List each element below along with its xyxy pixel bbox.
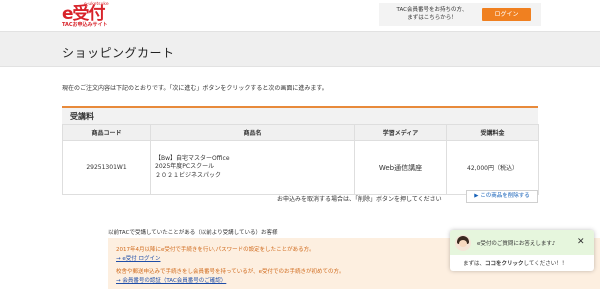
column-header-media: 学習メディア [354, 124, 447, 141]
product-price: 42,000円（税込） [446, 140, 539, 195]
close-icon[interactable]: ✕ [577, 237, 585, 247]
operator-avatar-icon [455, 235, 471, 251]
member-number-auth-link[interactable]: → 会員番号の認証（TAC会員番号のご確認） [116, 276, 226, 284]
column-header-name: 商品名 [150, 124, 355, 141]
intro-text: 現在のご注文内容は下記のとおりです。「次に進む」ボタンをクリックすると次の画面に… [62, 85, 328, 92]
e-uketsuke-login-link[interactable]: → e受付 ログイン [116, 254, 161, 262]
logo-subtitle: TACお申込みサイト [62, 22, 108, 28]
cart-table: 商品コード 商品名 学習メディア 受講料金 29251301W1 【Bw】自宅マ… [62, 124, 539, 195]
site-header: e-uketsuke e受付 TACお申込みサイト TAC会員番号をお持ちの方、… [0, 0, 600, 31]
table-header-row: 商品コード 商品名 学習メディア 受講料金 [62, 124, 539, 141]
column-header-price: 受講料金 [446, 124, 539, 141]
login-button[interactable]: ログイン [482, 8, 531, 21]
table-row: 29251301W1 【Bw】自宅マスターOffice 2025年度PCスクール… [62, 140, 539, 195]
e-uketsuke-logo[interactable]: e-uketsuke e受付 TACお申込みサイト [62, 2, 124, 29]
chat-prompt[interactable]: まずは、ココをクリックしてください！！ [463, 259, 567, 267]
info-text-first-time: 校舎や郵送申込みで手続きをし会員番号を持っているが、e受付でのお手続きが初めての… [116, 269, 345, 275]
chat-widget[interactable]: e受付のご質問にお答えします♪ ✕ まずは、ココをクリックしてください！！ [450, 230, 594, 271]
section-heading: 受講料 [62, 106, 538, 124]
product-name-line: ２０２１ビジネスパック [155, 171, 222, 179]
column-header-code: 商品コード [62, 124, 151, 141]
product-name: 【Bw】自宅マスターOffice 2025年度PCスクール ２０２１ビジネスパッ… [150, 140, 355, 195]
previous-member-heading: 以前TACで受講していたことがある（以前より受講している）お客様 [108, 230, 278, 236]
member-login-prompt: TAC会員番号をお持ちの方、 まずはこちらから！ [396, 7, 468, 21]
delete-item-button[interactable]: ▶ この商品を削除する [466, 190, 538, 203]
section-title: 受講料 [70, 112, 94, 121]
page-title: ショッピングカート [62, 46, 175, 60]
product-name-line: 【Bw】自宅マスターOffice [155, 154, 230, 162]
chat-header: e受付のご質問にお答えします♪ ✕ [450, 230, 594, 255]
product-name-line: 2025年度PCスクール [155, 163, 215, 171]
info-text-password-users: 2017年4月以降にe受付で手続きを行い,パスワードの設定をしたことがある方。 [116, 247, 315, 253]
product-code: 29251301W1 [62, 140, 151, 195]
chat-message: e受付のご質問にお答えします♪ [477, 241, 556, 247]
chat-click-here[interactable]: ココをクリック [485, 261, 524, 267]
cancel-note: お申込みを取消する場合は、「削除」ボタンを押してください [277, 196, 442, 203]
learning-media: Web通信講座 [354, 140, 447, 195]
title-band: ショッピングカート [0, 31, 600, 67]
